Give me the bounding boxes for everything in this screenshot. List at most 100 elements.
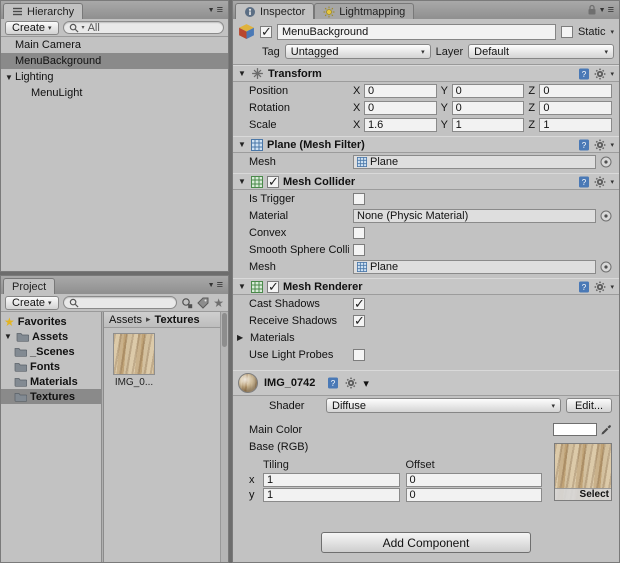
object-picker-icon[interactable]: [600, 261, 612, 273]
hierarchy-search-input[interactable]: ▾ All: [62, 21, 224, 34]
smooth-sphere-collision-checkbox[interactable]: [353, 243, 365, 256]
tiling-x-field[interactable]: 1: [263, 472, 400, 487]
tab-project[interactable]: Project: [3, 278, 56, 294]
foldout-open-icon[interactable]: ▼: [238, 282, 247, 291]
help-doc-icon[interactable]: ?: [578, 176, 590, 188]
gear-caret-icon[interactable]: ▾: [610, 141, 614, 149]
physic-material-object-field[interactable]: None (Physic Material): [353, 208, 596, 223]
object-picker-icon[interactable]: [600, 210, 612, 222]
lock-icon[interactable]: [587, 4, 597, 16]
shader-edit-button[interactable]: Edit...: [566, 398, 612, 413]
convex-checkbox[interactable]: [353, 226, 365, 239]
mesh-collider-header[interactable]: ▼ Mesh Collider ? ▾: [233, 173, 619, 190]
foldout-open-icon[interactable]: ▼: [238, 140, 247, 149]
mesh-collider-enabled-checkbox[interactable]: [267, 174, 279, 190]
is-trigger-checkbox[interactable]: [353, 192, 365, 205]
help-doc-icon[interactable]: ?: [578, 68, 590, 80]
project-folder-fonts[interactable]: Fonts: [1, 359, 101, 374]
foldout-open-icon[interactable]: ▼: [3, 73, 15, 82]
tab-inspector[interactable]: Inspector: [235, 3, 315, 19]
gear-caret-icon[interactable]: ▾: [610, 283, 614, 291]
favorites-filter-icon[interactable]: ★: [213, 297, 224, 309]
tab-lightmapping[interactable]: Lightmapping: [314, 3, 415, 19]
use-light-probes-checkbox[interactable]: [353, 348, 365, 361]
rotation-z-field[interactable]: 0: [539, 100, 613, 115]
tag-dropdown[interactable]: Untagged ▾: [284, 44, 431, 59]
add-component-button[interactable]: Add Component: [321, 532, 531, 553]
hierarchy-item-main-camera[interactable]: Main Camera: [1, 37, 228, 53]
project-folder-scenes[interactable]: _Scenes: [1, 344, 101, 359]
position-z-field[interactable]: 0: [539, 83, 613, 98]
position-x-field[interactable]: 0: [364, 83, 437, 98]
receive-shadows-checkbox[interactable]: [353, 313, 365, 329]
foldout-open-icon[interactable]: ▼: [238, 69, 247, 78]
hierarchy-panel-menu-icon[interactable]: ▼ ≡: [204, 4, 228, 19]
breadcrumb-root[interactable]: Assets: [109, 314, 142, 326]
gear-icon[interactable]: [345, 377, 357, 389]
gear-icon[interactable]: [594, 139, 606, 151]
project-folder-assets[interactable]: ▼ Assets: [1, 329, 101, 344]
hierarchy-item-lighting[interactable]: ▼ Lighting: [1, 69, 228, 85]
gear-caret-icon[interactable]: ▾: [610, 70, 614, 78]
asset-item-img0742[interactable]: IMG_0...: [108, 333, 160, 388]
gameobject-name-input[interactable]: [277, 23, 556, 40]
foldout-open-icon[interactable]: ▼: [4, 332, 13, 341]
mesh-renderer-enabled-checkbox[interactable]: [267, 279, 279, 295]
collider-mesh-object-field[interactable]: Plane: [353, 259, 596, 274]
scale-x-field[interactable]: 1.6: [364, 117, 437, 132]
gear-icon[interactable]: [594, 68, 606, 80]
offset-y-field[interactable]: 0: [405, 487, 542, 502]
asset-thumbnail[interactable]: [113, 333, 155, 375]
project-scrollbar[interactable]: [220, 312, 228, 562]
shader-dropdown[interactable]: Diffuse ▾: [326, 398, 561, 413]
gear-caret-icon[interactable]: ▾: [363, 377, 369, 390]
gear-icon[interactable]: [594, 176, 606, 188]
hierarchy-item-menubackground[interactable]: MenuBackground: [1, 53, 228, 69]
search-by-label-icon[interactable]: [197, 297, 209, 309]
scale-y-field[interactable]: 1: [451, 117, 525, 132]
base-texture-thumbnail[interactable]: Select: [554, 443, 612, 501]
rotation-y-field[interactable]: 0: [451, 100, 525, 115]
project-folder-materials[interactable]: Materials: [1, 374, 101, 389]
foldout-open-icon[interactable]: ▼: [238, 177, 247, 186]
transform-header[interactable]: ▼ Transform ? ▾: [233, 65, 619, 82]
project-create-button[interactable]: Create ▾: [5, 295, 59, 310]
static-checkbox[interactable]: [560, 25, 573, 38]
project-panel-menu-icon[interactable]: ▼ ≡: [204, 279, 228, 294]
breadcrumb-current[interactable]: Textures: [155, 314, 200, 326]
help-doc-icon[interactable]: ?: [327, 377, 339, 389]
search-by-type-icon[interactable]: [181, 297, 193, 309]
object-picker-icon[interactable]: [600, 156, 612, 168]
gameobject-active-checkbox[interactable]: [260, 24, 272, 40]
material-header[interactable]: IMG_0742 ? ▾: [233, 370, 619, 396]
project-scrollbar-thumb[interactable]: [222, 313, 227, 347]
position-y-field[interactable]: 0: [451, 83, 525, 98]
panel-menu-hamburger-icon[interactable]: ≡: [608, 4, 614, 16]
eyedropper-icon[interactable]: [600, 424, 612, 436]
project-search-input[interactable]: [62, 296, 178, 309]
offset-x-field[interactable]: 0: [405, 472, 542, 487]
mesh-object-field[interactable]: Plane: [353, 154, 596, 169]
help-doc-icon[interactable]: ?: [578, 139, 590, 151]
tab-hierarchy[interactable]: Hierarchy: [3, 3, 84, 19]
gear-icon[interactable]: [594, 281, 606, 293]
tiling-y-field[interactable]: 1: [263, 487, 400, 502]
materials-foldout-row[interactable]: ▶ Materials: [233, 329, 619, 346]
cast-shadows-checkbox[interactable]: [353, 296, 365, 312]
panel-menu-caret-icon[interactable]: ▼: [599, 7, 606, 14]
rotation-x-field[interactable]: 0: [364, 100, 437, 115]
scale-z-field[interactable]: 1: [539, 117, 613, 132]
texture-select-button[interactable]: Select: [555, 488, 611, 500]
project-favorites[interactable]: ★ Favorites: [1, 314, 101, 329]
project-folder-textures[interactable]: Textures: [1, 389, 101, 404]
hierarchy-create-button[interactable]: Create ▾: [5, 20, 59, 35]
layer-dropdown[interactable]: Default ▾: [468, 44, 614, 59]
main-color-swatch[interactable]: [553, 423, 597, 436]
static-caret-icon[interactable]: ▾: [610, 28, 614, 36]
hierarchy-item-menulight[interactable]: MenuLight: [1, 85, 228, 101]
gear-caret-icon[interactable]: ▾: [610, 178, 614, 186]
help-doc-icon[interactable]: ?: [578, 281, 590, 293]
mesh-filter-header[interactable]: ▼ Plane (Mesh Filter) ? ▾: [233, 136, 619, 153]
foldout-closed-icon[interactable]: ▶: [237, 333, 246, 342]
mesh-renderer-header[interactable]: ▼ Mesh Renderer ? ▾: [233, 278, 619, 295]
